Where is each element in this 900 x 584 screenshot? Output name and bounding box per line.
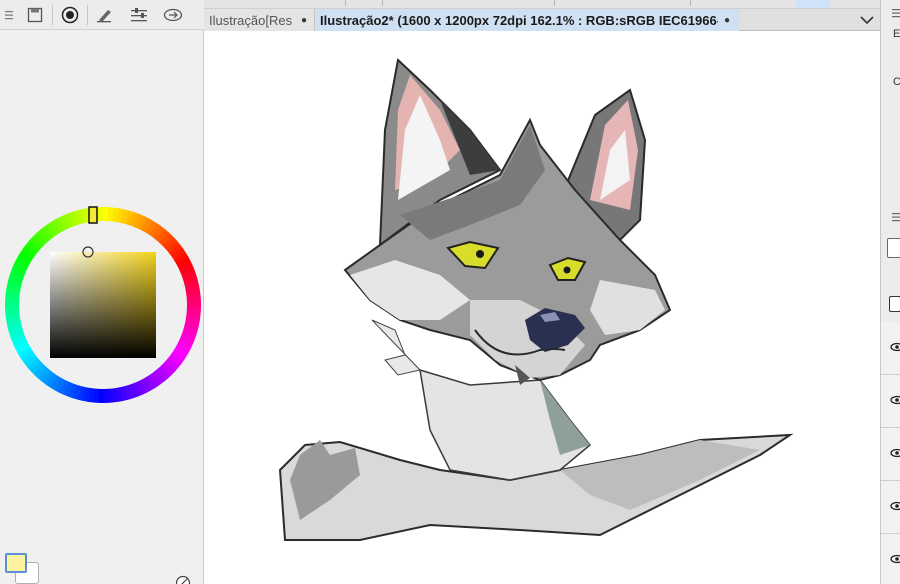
document-tab-bar: Ilustração[Res ● Ilustração2* (1600 x 12… <box>204 9 880 31</box>
eye-icon[interactable] <box>889 342 900 352</box>
tab-document-2[interactable]: Ilustração2* (1600 x 1200px 72dpi 162.1%… <box>315 9 739 31</box>
eye-icon[interactable] <box>889 448 900 458</box>
record-icon[interactable] <box>53 2 87 28</box>
tab-document-1[interactable]: Ilustração[Res ● <box>204 9 315 31</box>
color-panel-toolbar <box>0 0 204 30</box>
wolf-illustration <box>278 58 794 541</box>
chevron-down-icon[interactable] <box>856 9 878 31</box>
brush-icon[interactable] <box>88 2 122 28</box>
link-icon[interactable] <box>156 2 190 28</box>
panel-label: E <box>893 28 900 40</box>
color-wheel[interactable] <box>4 206 202 404</box>
grip-icon[interactable] <box>892 210 900 224</box>
layer-row[interactable] <box>881 534 900 584</box>
hue-ring-segment[interactable] <box>97 207 104 222</box>
saturation-value-square[interactable] <box>50 252 156 358</box>
drawing-canvas[interactable] <box>204 31 880 584</box>
toolbar-divider <box>554 0 555 6</box>
toolbar-divider <box>382 0 383 6</box>
toolbar-active-accent <box>796 0 830 8</box>
app-window: Ilustração[Res ● Ilustração2* (1600 x 12… <box>0 0 900 584</box>
toolbar-divider <box>316 0 346 6</box>
toolbar-divider <box>690 0 691 6</box>
tab-modified-dot[interactable]: ● <box>301 15 307 26</box>
layer-mode-icon[interactable] <box>887 238 900 258</box>
grip-icon[interactable] <box>0 0 18 30</box>
tab-label: Ilustração2* (1600 x 1200px 72dpi 162.1%… <box>320 12 718 28</box>
layer-folder-icon[interactable] <box>889 296 900 312</box>
color-swatches <box>2 548 42 584</box>
transparent-color-icon[interactable] <box>174 574 192 584</box>
eye-icon[interactable] <box>889 554 900 564</box>
layer-row[interactable] <box>881 375 900 428</box>
hue-ring-segment[interactable] <box>102 388 109 403</box>
panel-label: C <box>893 76 900 88</box>
tab-modified-dot[interactable]: ● <box>724 15 730 26</box>
sliders-icon[interactable] <box>122 2 156 28</box>
grip-icon[interactable] <box>892 6 900 20</box>
layer-row[interactable] <box>881 428 900 481</box>
eye-icon[interactable] <box>889 395 900 405</box>
color-panel <box>0 0 204 584</box>
tab-label: Ilustração[Res <box>209 12 293 28</box>
foreground-color-swatch[interactable] <box>5 553 27 573</box>
save-icon[interactable] <box>18 2 52 28</box>
layer-row[interactable] <box>881 481 900 534</box>
hue-ring-segment[interactable] <box>186 299 201 306</box>
layer-row[interactable] <box>881 322 900 375</box>
eye-icon[interactable] <box>889 501 900 511</box>
hue-picker-handle[interactable] <box>88 206 98 224</box>
right-panel: E C <box>880 0 900 584</box>
top-toolbar-strip <box>204 0 880 9</box>
hue-ring-segment[interactable] <box>5 304 20 311</box>
